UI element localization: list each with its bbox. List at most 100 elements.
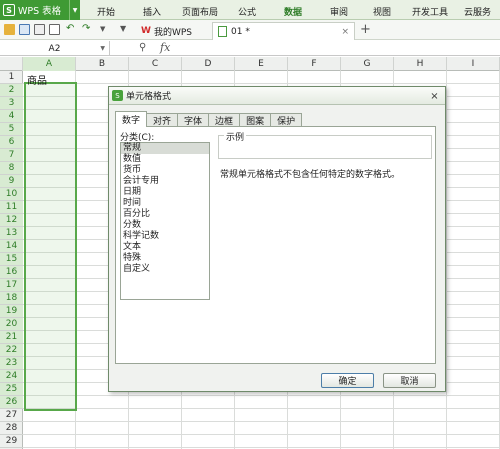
save-icon[interactable]	[19, 24, 30, 35]
tab-view[interactable]: 视图	[373, 5, 391, 18]
row-header-11[interactable]: 11	[0, 201, 23, 214]
column-header-c[interactable]: C	[129, 57, 182, 71]
category-item-currency[interactable]: 货币	[121, 165, 209, 176]
category-list[interactable]: 常规 数值 货币 会计专用 日期 时间 百分比 分数 科学记数 文本 特殊 自定…	[120, 142, 210, 300]
category-item-time[interactable]: 时间	[121, 198, 209, 209]
column-header-i[interactable]: I	[447, 57, 500, 71]
row-header-8[interactable]: 8	[0, 162, 23, 175]
tab-cloud[interactable]: 云服务	[464, 5, 491, 18]
tab-patterns[interactable]: 图案	[239, 113, 272, 127]
row-header-27[interactable]: 27	[0, 409, 23, 422]
tab-document[interactable]: 01 * ×	[212, 22, 355, 40]
tab-formulas[interactable]: 公式	[238, 5, 256, 18]
row-header-29[interactable]: 29	[0, 435, 23, 448]
tab-home[interactable]: 开始	[97, 5, 115, 18]
row-header-19[interactable]: 19	[0, 305, 23, 318]
column-header-d[interactable]: D	[182, 57, 235, 71]
row-header-18[interactable]: 18	[0, 292, 23, 305]
column-header-b[interactable]: B	[76, 57, 129, 71]
ok-button[interactable]: 确定	[321, 373, 374, 388]
row-header-3[interactable]: 3	[0, 97, 23, 110]
row-header-9[interactable]: 9	[0, 175, 23, 188]
ribbon-bar: S WPS 表格 ▼ 开始 插入 页面布局 公式 数据 审阅 视图 开发工具 云…	[0, 0, 500, 20]
row-header-14[interactable]: 14	[0, 240, 23, 253]
tab-page-layout[interactable]: 页面布局	[182, 5, 218, 18]
tab-insert[interactable]: 插入	[143, 5, 161, 18]
open-icon[interactable]	[4, 24, 15, 35]
close-tab-icon[interactable]: ×	[341, 27, 349, 37]
row-header-7[interactable]: 7	[0, 149, 23, 162]
close-icon[interactable]: ×	[428, 90, 441, 102]
chevron-down-icon[interactable]: ▼	[100, 45, 105, 52]
fx-icon[interactable]: fx	[160, 41, 170, 54]
column-header-e[interactable]: E	[235, 57, 288, 71]
row-header-16[interactable]: 16	[0, 266, 23, 279]
tab-alignment[interactable]: 对齐	[146, 113, 179, 127]
tab-protection[interactable]: 保护	[270, 113, 303, 127]
tab-font[interactable]: 字体	[177, 113, 210, 127]
redo-icon[interactable]: ↷	[82, 23, 93, 34]
chevron-down-icon: ▼	[69, 0, 80, 20]
magnifier-icon[interactable]: ⚲	[139, 42, 146, 53]
row-header-2[interactable]: 2	[0, 84, 23, 97]
row-header-1[interactable]: 1	[0, 71, 23, 84]
category-item-text[interactable]: 文本	[121, 242, 209, 253]
print-icon[interactable]	[34, 24, 45, 35]
category-item-general[interactable]: 常规	[121, 143, 209, 154]
row-header-23[interactable]: 23	[0, 357, 23, 370]
formula-bar: A2 ▼ ⚲ fx	[0, 41, 500, 56]
undo-icon[interactable]: ↶	[66, 23, 77, 34]
row-header-17[interactable]: 17	[0, 279, 23, 292]
select-all-corner[interactable]	[0, 57, 23, 71]
customize-chevron-icon[interactable]: ▼	[100, 25, 111, 36]
column-header-a[interactable]: A	[23, 57, 76, 71]
tab-number[interactable]: 数字	[115, 111, 148, 127]
sample-label: 示例	[224, 130, 247, 143]
tab-my-wps[interactable]: W 我的WPS	[136, 22, 212, 40]
row-header-5[interactable]: 5	[0, 123, 23, 136]
column-header-g[interactable]: G	[341, 57, 394, 71]
category-item-scientific[interactable]: 科学记数	[121, 231, 209, 242]
row-header-25[interactable]: 25	[0, 383, 23, 396]
row-header-15[interactable]: 15	[0, 253, 23, 266]
row-header-21[interactable]: 21	[0, 331, 23, 344]
quick-toolbar: ↶ ↷ ▼ ▼ W 我的WPS 01 * × +	[0, 20, 500, 40]
row-header-26[interactable]: 26	[0, 396, 23, 409]
tab-review[interactable]: 审阅	[330, 5, 348, 18]
tab-data[interactable]: 数据	[284, 5, 302, 18]
category-item-percentage[interactable]: 百分比	[121, 209, 209, 220]
print-preview-icon[interactable]	[49, 24, 60, 35]
category-item-date[interactable]: 日期	[121, 187, 209, 198]
row-header-13[interactable]: 13	[0, 227, 23, 240]
row-header-6[interactable]: 6	[0, 136, 23, 149]
category-item-number[interactable]: 数值	[121, 154, 209, 165]
column-header-h[interactable]: H	[394, 57, 447, 71]
name-box[interactable]: A2 ▼	[0, 41, 110, 56]
add-tab-button[interactable]: +	[360, 22, 371, 37]
format-cells-dialog: S 单元格格式 × 数字 对齐 字体 边框 图案 保护 分类(C): 常规 数值…	[108, 86, 446, 392]
category-item-special[interactable]: 特殊	[121, 253, 209, 264]
cancel-button[interactable]: 取消	[383, 373, 436, 388]
more-chevron-icon[interactable]: ▼	[120, 24, 131, 35]
row-header-28[interactable]: 28	[0, 422, 23, 435]
row-header-24[interactable]: 24	[0, 370, 23, 383]
category-item-fraction[interactable]: 分数	[121, 220, 209, 231]
dialog-tabs: 数字 对齐 字体 边框 图案 保护	[115, 111, 303, 127]
tab-border[interactable]: 边框	[208, 113, 241, 127]
row-header-12[interactable]: 12	[0, 214, 23, 227]
cell-a1[interactable]: 商品	[27, 72, 47, 87]
selected-range[interactable]	[24, 82, 77, 411]
row-header-4[interactable]: 4	[0, 110, 23, 123]
row-header-20[interactable]: 20	[0, 318, 23, 331]
row-header-10[interactable]: 10	[0, 188, 23, 201]
tab-developer[interactable]: 开发工具	[412, 5, 448, 18]
dialog-title-bar[interactable]: S 单元格格式 ×	[109, 87, 445, 105]
sample-box	[218, 135, 432, 159]
column-header-f[interactable]: F	[288, 57, 341, 71]
app-menu-button[interactable]: S WPS 表格 ▼	[0, 0, 80, 20]
category-item-accounting[interactable]: 会计专用	[121, 176, 209, 187]
category-item-custom[interactable]: 自定义	[121, 264, 209, 275]
spreadsheet-icon	[218, 26, 227, 37]
row-header-22[interactable]: 22	[0, 344, 23, 357]
tab-my-wps-label: 我的WPS	[153, 27, 192, 38]
